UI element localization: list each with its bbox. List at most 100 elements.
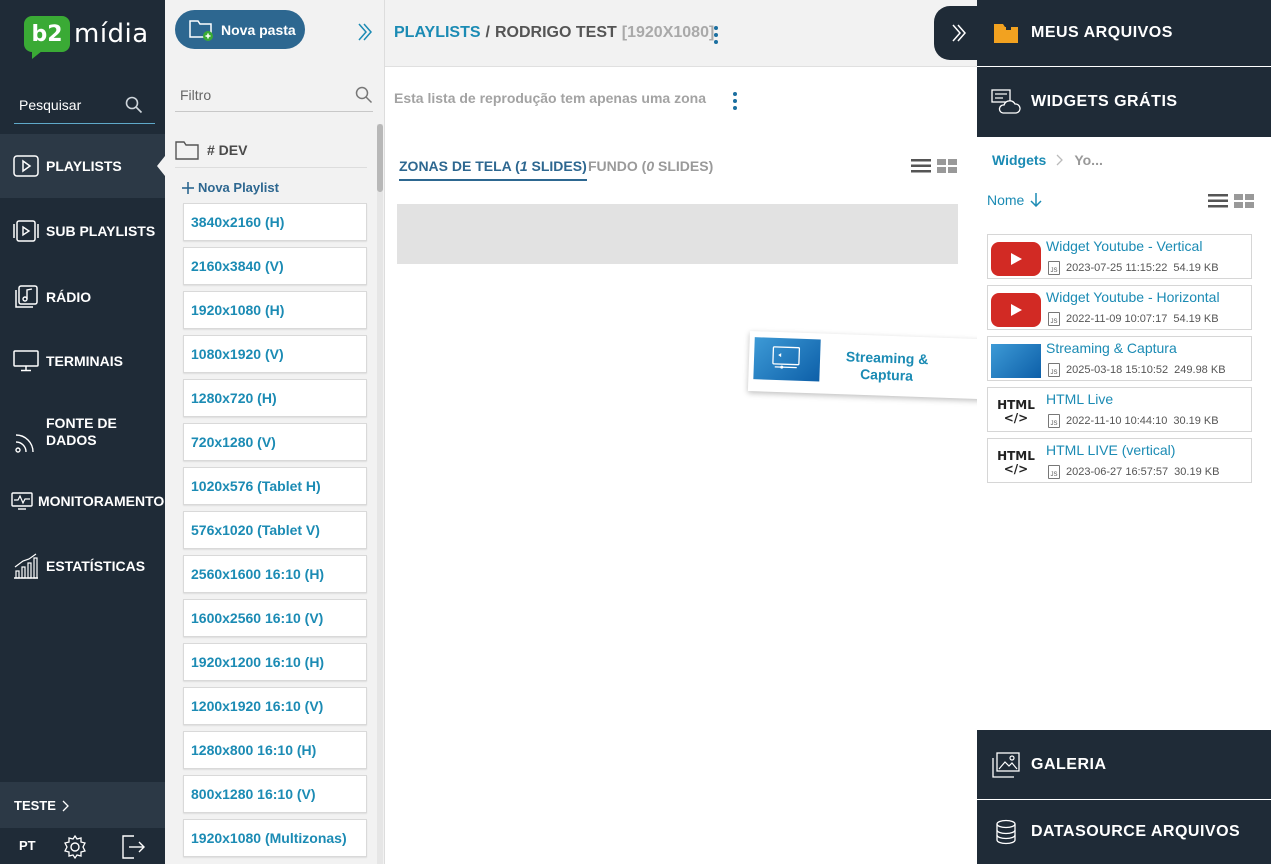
widgets-breadcrumb: Widgets Yo...: [992, 152, 1103, 168]
plus-icon: [182, 181, 194, 194]
youtube-thumbnail: [991, 241, 1041, 277]
zone-drop-area[interactable]: [397, 204, 958, 264]
nav-item-statistics[interactable]: ESTATÍSTICAS: [0, 535, 165, 597]
view-toggle: [911, 159, 957, 173]
folder-name: # DEV: [207, 141, 248, 158]
music-icon: [12, 283, 40, 311]
widget-name: Streaming & Captura: [1046, 340, 1177, 356]
widget-size: 249.98 KB: [1174, 364, 1226, 376]
chevron-right-icon: [62, 800, 69, 811]
nav-item-playlists[interactable]: PLAYLISTS: [0, 134, 165, 198]
new-playlist-label: Nova Playlist: [198, 180, 279, 195]
playlist-item[interactable]: 1920x1200 16:10 (H): [183, 643, 367, 681]
zone-note: Esta lista de reprodução tem apenas uma …: [394, 90, 706, 106]
new-playlist-button[interactable]: Nova Playlist: [182, 180, 279, 195]
widget-item[interactable]: HTML </> HTML LIVE (vertical) JS 2023-06-2…: [987, 438, 1252, 483]
playlist-item[interactable]: 800x1280 16:10 (V): [183, 775, 367, 813]
playlist-item[interactable]: 1280x800 16:10 (H): [183, 731, 367, 769]
widget-date: 2022-11-09 10:07:17: [1066, 313, 1168, 325]
sub-playlist-icon: [12, 217, 40, 245]
new-folder-button[interactable]: Nova pasta: [175, 10, 305, 49]
nav-item-label: MONITORAMENTO: [38, 493, 165, 509]
playlist-item[interactable]: 1280x720 (H): [183, 379, 367, 417]
account-switcher[interactable]: TESTE: [14, 798, 70, 813]
folder-plus-icon: [189, 19, 213, 41]
playlist-item[interactable]: 720x1280 (V): [183, 423, 367, 461]
logo-text: mídia: [74, 19, 149, 49]
youtube-play-icon: [1011, 253, 1022, 265]
playlist-item[interactable]: 2560x1600 16:10 (H): [183, 555, 367, 593]
nav-item-monitoring[interactable]: MONITORAMENTO: [0, 470, 165, 532]
editor-header: PLAYLISTS / RODRIGO TEST [1920X1080]: [385, 0, 977, 67]
language-switcher[interactable]: PT: [19, 838, 36, 853]
widget-name: HTML LIVE (vertical): [1046, 442, 1176, 458]
datasource-files-label: DATASOURCE ARQUIVOS: [1031, 823, 1241, 840]
free-widgets-header[interactable]: WIDGETS GRÁTIS: [977, 67, 1271, 137]
playlist-item[interactable]: 1920x1080 (H): [183, 291, 367, 329]
js-file-icon: JS: [1048, 465, 1060, 479]
playlist-editor: PLAYLISTS / RODRIGO TEST [1920X1080] Est…: [385, 0, 984, 864]
playlist-item[interactable]: 1080x1920 (V): [183, 335, 367, 373]
playlist-item[interactable]: 1200x1920 16:10 (V): [183, 687, 367, 725]
widgets-breadcrumb-root[interactable]: Widgets: [992, 152, 1046, 168]
scrollbar-thumb[interactable]: [377, 124, 383, 192]
kebab-menu-icon[interactable]: [733, 92, 737, 110]
datasource-files-header[interactable]: DATASOURCE ARQUIVOS: [977, 800, 1271, 864]
tab-background[interactable]: FUNDO (0 SLIDES): [588, 158, 713, 174]
nav-item-label: RÁDIO: [46, 289, 92, 305]
widgets-breadcrumb-current: Yo...: [1074, 152, 1103, 168]
arrow-down-icon: [1030, 193, 1042, 207]
grid-view-icon[interactable]: [937, 159, 957, 173]
widget-date: 2023-07-25 11:15:22: [1066, 262, 1168, 274]
widget-item[interactable]: HTML </> HTML Live JS 2022-11-10 10:44:10 3…: [987, 387, 1252, 432]
filter-input[interactable]: Filtro: [175, 78, 373, 112]
playlist-item[interactable]: 2160x3840 (V): [183, 247, 367, 285]
main-nav: b2 mídia Pesquisar PLAYLISTS SUB PLAYLIS…: [0, 0, 165, 864]
folder-scrollbar[interactable]: [377, 124, 383, 864]
logout-icon[interactable]: [120, 834, 146, 860]
js-file-icon: JS: [1048, 261, 1060, 275]
nav-item-terminals[interactable]: TERMINAIS: [0, 330, 165, 392]
double-chevron-right-icon: [952, 24, 966, 42]
dragged-widget-label: Streaming & Captura: [845, 348, 929, 384]
sort-by-name[interactable]: Nome: [987, 192, 1042, 208]
nav-item-radio[interactable]: RÁDIO: [0, 266, 165, 328]
nav-search-placeholder: Pesquisar: [19, 96, 82, 113]
playlist-item[interactable]: 3840x2160 (H): [183, 203, 367, 241]
nav-search-input[interactable]: Pesquisar: [14, 86, 155, 124]
widget-item[interactable]: Widget Youtube - Horizontal JS 2022-11-09…: [987, 285, 1252, 330]
database-icon: [991, 817, 1021, 847]
nav-footer-bar: PT: [0, 828, 165, 864]
sort-label: Nome: [987, 192, 1025, 208]
kebab-menu-icon[interactable]: [714, 26, 718, 44]
logo[interactable]: b2 mídia: [24, 12, 149, 59]
folder-item[interactable]: # DEV: [175, 132, 367, 168]
list-view-icon[interactable]: [911, 159, 931, 173]
gallery-header[interactable]: GALERIA: [977, 730, 1271, 799]
grid-view-icon[interactable]: [1234, 194, 1254, 208]
nav-item-sub-playlists[interactable]: SUB PLAYLISTS: [0, 200, 165, 262]
widget-item[interactable]: Widget Youtube - Vertical JS 2023-07-25 1…: [987, 234, 1252, 279]
js-file-icon: JS: [1048, 312, 1060, 326]
gear-icon[interactable]: [62, 834, 88, 860]
list-view-icon[interactable]: [1208, 194, 1228, 208]
playlist-item[interactable]: 576x1020 (Tablet V): [183, 511, 367, 549]
tab-screen-zones[interactable]: ZONAS DE TELA (1 SLIDES): [399, 158, 587, 181]
account-name: TESTE: [14, 798, 56, 813]
nav-item-data-sources[interactable]: FONTE DE DADOS: [0, 400, 165, 464]
playlist-item[interactable]: 1600x2560 16:10 (V): [183, 599, 367, 637]
youtube-play-icon: [1011, 304, 1022, 316]
playlist-item[interactable]: 1020x576 (Tablet H): [183, 467, 367, 505]
double-chevron-right-icon[interactable]: [357, 22, 373, 42]
search-icon[interactable]: [355, 86, 373, 104]
js-file-icon: JS: [1048, 363, 1060, 377]
chart-icon: [12, 552, 40, 580]
widget-meta: JS 2023-07-25 11:15:22 54.19 KB: [1048, 261, 1219, 275]
search-icon[interactable]: [125, 96, 143, 114]
my-files-header[interactable]: MEUS ARQUIVOS: [977, 0, 1271, 66]
breadcrumb-root[interactable]: PLAYLISTS: [394, 24, 481, 42]
right-panel: MEUS ARQUIVOS WIDGETS GRÁTIS Widgets Yo.…: [977, 0, 1271, 864]
widget-item[interactable]: Streaming & Captura JS 2025-03-18 15:10:5…: [987, 336, 1252, 381]
playlist-item[interactable]: 1920x1080 (Multizonas): [183, 819, 367, 857]
nav-footer: TESTE PT: [0, 782, 165, 864]
